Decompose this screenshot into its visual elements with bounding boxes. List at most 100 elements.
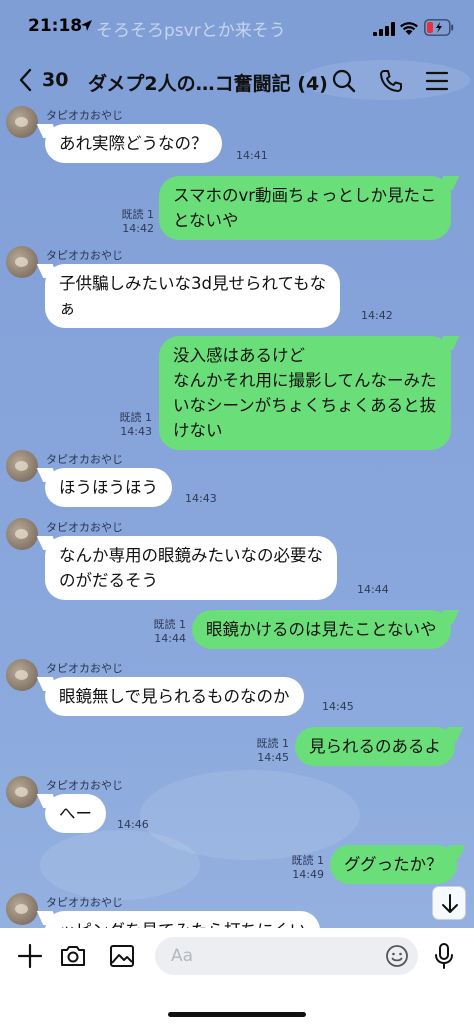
- image-icon[interactable]: [108, 942, 136, 970]
- message-outgoing: 見られるのあるよ 既読 1 14:45: [0, 727, 474, 769]
- sender-name: タピオカおやじ: [46, 521, 123, 534]
- avatar[interactable]: [6, 518, 38, 550]
- chevron-left-icon[interactable]: [18, 68, 34, 92]
- message-meta: 既読 1 14:45: [234, 737, 290, 765]
- message-incoming: タピオカおやじ 子供騙しみたいな3d見せられてもな ぁ 14:42: [0, 244, 474, 330]
- sender-name: タピオカおやじ: [46, 249, 123, 262]
- message-incoming: タピオカおやじ ッピングを見てみたら打ちにくい: [0, 891, 474, 928]
- message-incoming: タピオカおやじ なんか専用の眼鏡みたいなの必要な のがだるそう 14:44: [0, 516, 474, 602]
- message-outgoing: ググったか？ 既読 1 14:49: [0, 845, 474, 887]
- home-indicator: [168, 1012, 306, 1017]
- notification-ghost-text: そろそろpsvrとか来そう: [96, 21, 286, 41]
- status-bar: 21:18 そろそろpsvrとか来そう: [0, 0, 474, 56]
- message-meta: 既読 1 14:44: [132, 618, 187, 646]
- message-time: 14:45: [322, 700, 354, 713]
- message-time: 14:43: [120, 425, 152, 438]
- avatar[interactable]: [6, 659, 38, 691]
- read-receipt: 既読 1: [291, 854, 325, 867]
- camera-icon[interactable]: [59, 942, 87, 970]
- read-receipt: 既読 1: [119, 411, 153, 424]
- message-time: 14:44: [357, 583, 389, 596]
- message-incoming: タピオカおやじ あれ実際どうなの？ 14:41: [0, 104, 474, 166]
- avatar[interactable]: [6, 450, 38, 482]
- message-meta: 既読 1 14:49: [269, 854, 325, 882]
- message-text: とないや: [173, 211, 239, 230]
- read-receipt: 既読 1: [153, 618, 187, 631]
- message-bubble[interactable]: 子供騙しみたいな3d見せられてもな ぁ: [45, 264, 341, 328]
- message-text: 眼鏡無しで見られるものなのか: [59, 687, 290, 706]
- message-bubble[interactable]: なんか専用の眼鏡みたいなの必要な のがだるそう: [45, 536, 337, 600]
- message-text: なんか専用の眼鏡みたいなの必要な: [59, 546, 323, 565]
- message-time: 14:49: [292, 868, 324, 881]
- message-time: 14:45: [257, 751, 289, 764]
- message-bubble[interactable]: 見られるのあるよ: [295, 727, 455, 766]
- message-text: なんかそれ用に撮影してんなーみた: [173, 371, 437, 390]
- message-text: ググったか？: [344, 855, 443, 874]
- message-text: ぁ: [59, 299, 76, 318]
- sender-name: タピオカおやじ: [46, 896, 123, 909]
- message-text: あれ実際どうなの？: [59, 134, 208, 153]
- plus-icon[interactable]: [16, 942, 44, 970]
- message-bubble[interactable]: へー: [45, 794, 106, 833]
- message-outgoing: 没入感はあるけど なんかそれ用に撮影してんなーみた いなシーンがちょくちょくある…: [0, 336, 474, 450]
- message-bubble[interactable]: ググったか？: [330, 845, 457, 884]
- avatar[interactable]: [6, 893, 38, 925]
- message-text: けない: [173, 421, 223, 440]
- message-time: 14:46: [117, 818, 149, 831]
- chat-header: 30 ダメプ2人の…コ奮闘記 (4): [0, 56, 474, 104]
- mic-icon[interactable]: [430, 942, 458, 970]
- message-bubble[interactable]: 眼鏡無しで見られるものなのか: [45, 677, 304, 716]
- message-time: 14:41: [236, 149, 268, 162]
- arrow-down-icon: [442, 894, 458, 913]
- sender-name: タピオカおやじ: [46, 453, 123, 466]
- message-text: 子供騙しみたいな3d見せられてもな: [59, 274, 327, 293]
- sender-name: タピオカおやじ: [46, 109, 123, 122]
- chat-title[interactable]: ダメプ2人の…コ奮闘記 (4): [88, 69, 328, 96]
- menu-icon[interactable]: [424, 68, 450, 94]
- sender-name: タピオカおやじ: [46, 662, 123, 675]
- message-time: 14:44: [154, 632, 186, 645]
- message-time: 14:43: [185, 492, 217, 505]
- message-incoming: タピオカおやじ へー 14:46: [0, 774, 474, 836]
- message-bubble[interactable]: スマホのvr動画ちょっとしか見たこ とないや: [159, 176, 451, 240]
- message-outgoing: スマホのvr動画ちょっとしか見たこ とないや 既読 1 14:42: [0, 176, 474, 240]
- sender-name: タピオカおやじ: [46, 779, 123, 792]
- scroll-to-bottom-button[interactable]: [432, 886, 466, 920]
- message-bubble[interactable]: 眼鏡かけるのは見たことないや: [192, 610, 451, 649]
- line-chat-screen: 21:18 そろそろpsvrとか来そう 30 ダメプ2人の…コ奮闘記 (4) タ…: [0, 0, 474, 1024]
- message-bubble[interactable]: ッピングを見てみたら打ちにくい: [45, 911, 321, 928]
- read-receipt: 既読 1: [256, 737, 290, 750]
- signal-icon: [373, 22, 395, 36]
- message-input[interactable]: [155, 937, 418, 975]
- message-outgoing: 眼鏡かけるのは見たことないや 既読 1 14:44: [0, 610, 474, 652]
- message-text: ッピングを見てみたら打ちにくい: [59, 918, 306, 928]
- avatar[interactable]: [6, 246, 38, 278]
- message-input-bar: [0, 928, 474, 1024]
- message-incoming: タピオカおやじ ほうほうほう 14:43: [0, 448, 474, 510]
- avatar[interactable]: [6, 776, 38, 808]
- unread-count[interactable]: 30: [42, 69, 68, 91]
- location-arrow-icon: [81, 20, 92, 31]
- phone-icon[interactable]: [378, 68, 404, 94]
- avatar[interactable]: [6, 106, 38, 138]
- wifi-icon: [400, 22, 418, 35]
- message-text: 没入感はあるけど: [173, 346, 305, 365]
- message-text: いなシーンがちょくちょくあると抜: [173, 396, 437, 415]
- message-text: ほうほうほう: [59, 478, 158, 497]
- status-time: 21:18: [28, 16, 83, 36]
- message-meta: 既読 1 14:43: [98, 411, 153, 439]
- message-bubble[interactable]: ほうほうほう: [45, 468, 172, 507]
- search-icon[interactable]: [331, 68, 357, 94]
- message-text: 見られるのあるよ: [309, 737, 441, 756]
- emoji-icon[interactable]: [385, 944, 409, 968]
- message-bubble[interactable]: 没入感はあるけど なんかそれ用に撮影してんなーみた いなシーンがちょくちょくある…: [159, 336, 451, 450]
- message-bubble[interactable]: あれ実際どうなの？: [45, 124, 222, 163]
- message-time: 14:42: [122, 222, 154, 235]
- message-time: 14:42: [361, 309, 393, 322]
- message-incoming: タピオカおやじ 眼鏡無しで見られるものなのか 14:45: [0, 657, 474, 719]
- message-text: 眼鏡かけるのは見たことないや: [206, 620, 437, 639]
- message-text: へー: [59, 804, 92, 823]
- message-meta: 既読 1 14:42: [100, 208, 155, 236]
- message-text: のがだるそう: [59, 571, 158, 590]
- battery-icon: [424, 19, 454, 36]
